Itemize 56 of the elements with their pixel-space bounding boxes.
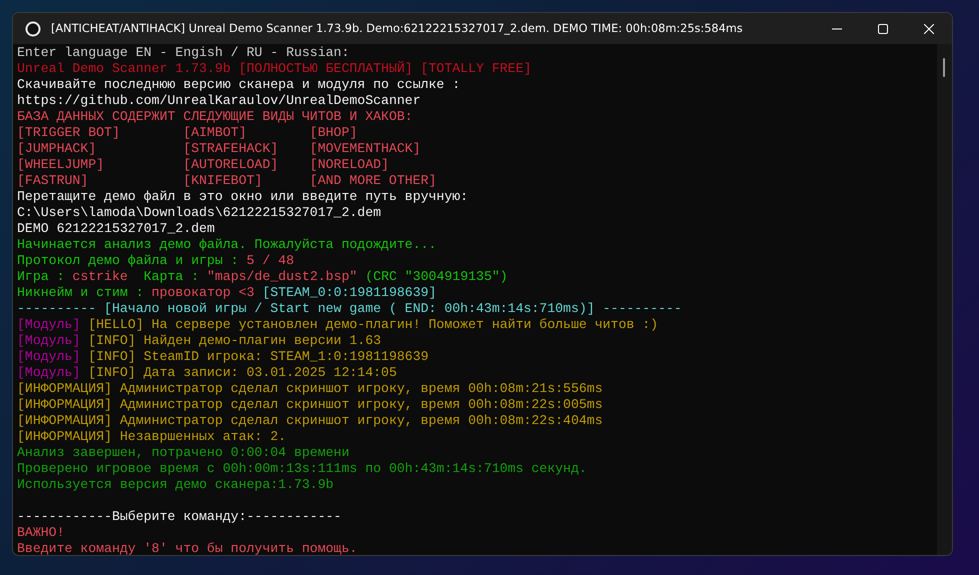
console-text: ------------Выберите команду:------------ bbox=[17, 509, 342, 525]
console-text: Карта : bbox=[142, 269, 200, 285]
console-text: https://github.com/UnrealKaraulov/UnrealDemoScanner bbox=[17, 93, 421, 109]
maximize-icon bbox=[878, 24, 888, 34]
console-text: Используется версия демо сканера:1.73.9b bbox=[17, 477, 334, 493]
console-text: [Модуль] bbox=[17, 317, 80, 333]
console-text: [Модуль] bbox=[17, 349, 80, 365]
console-text: [INFO] SteamID игрока: STEAM_1:0:1981198639 bbox=[87, 349, 429, 365]
console-text: "maps/de_dust2.bsp" bbox=[206, 269, 358, 285]
console-text: провокатор <3 bbox=[152, 285, 254, 301]
console-text: БАЗА ДАННЫХ СОДЕРЖИТ СЛЕДУЮЩИЕ ВИДЫ ЧИТОВ И ХАКОВ: bbox=[17, 109, 413, 125]
scrollbar-thumb[interactable] bbox=[943, 58, 945, 77]
console-text: [ИНФОРМАЦИЯ] Незавршенных атак: 2. bbox=[17, 429, 286, 445]
console-text: 5 / 48 bbox=[246, 253, 294, 269]
console-text: [AUTORELOAD] bbox=[183, 157, 278, 172]
console-text: Игра : bbox=[17, 269, 66, 285]
console-text: Протокол демо файла и игры : bbox=[17, 253, 240, 269]
console-text: Проверено игровое время с 00h:00m:13s:111ms по 00h:43m:14s:710ms секунд. bbox=[17, 461, 587, 477]
console-text: ВАЖНО! bbox=[17, 525, 64, 541]
console-text: [AIMBOT] bbox=[183, 125, 246, 140]
console-text: [HELLO] На сервере установлен демо-плагин! Поможет найти больше читов :) bbox=[87, 317, 658, 333]
console-text: [ИНФОРМАЦИЯ] Администратор сделал скриншот игроку, время 00h:08m:21s:556ms bbox=[17, 381, 603, 397]
window-title: [ANTICHEAT/ANTIHACK] Unreal Demo Scanner 1.73.9b. Demo:62122215327017_2.dem. DEMO TIME: 00h:08m:25s:584ms bbox=[51, 22, 744, 35]
console-text: Скачивайте последнюю версию сканера и модуля по ссылке : bbox=[17, 77, 460, 93]
console-text: [KNIFEBOT] bbox=[183, 173, 262, 188]
console-text: [TRIGGER BOT] bbox=[17, 125, 120, 140]
console-text: [MOVEMENTHACK] bbox=[310, 141, 421, 156]
console-text: [FASTRUN] bbox=[17, 173, 88, 188]
console-text: Никнейм и стим : bbox=[17, 285, 145, 301]
console-text: [NORELOAD] bbox=[310, 157, 389, 172]
console-text: [WHEELJUMP] bbox=[17, 157, 104, 172]
console-text: [INFO] Найден демо-плагин версии 1.63 bbox=[87, 333, 382, 349]
console-text: [ИНФОРМАЦИЯ] Администратор сделал скриншот игроку, время 00h:08m:22s:404ms bbox=[17, 413, 603, 429]
console-text: (CRC "3004919135") bbox=[364, 269, 508, 285]
app-icon bbox=[25, 20, 41, 36]
console-text: Введите команду '8' что бы получить помощь. bbox=[17, 541, 358, 555]
console-text: Анализ завершен, потрачено 0:00:04 времени bbox=[17, 445, 350, 461]
console-text: ---------- [Начало новой игры / Start new game ( END: 00h:43m:14s:710ms)] ---------- bbox=[17, 301, 682, 317]
close-icon bbox=[924, 24, 934, 34]
console-text: [AND MORE OTHER] bbox=[310, 173, 436, 188]
console-text: [ИНФОРМАЦИЯ] Администратор сделал скриншот игроку, время 00h:08m:22s:005ms bbox=[17, 397, 603, 413]
console-text: Enter language EN - Engish / RU - Russian: bbox=[17, 45, 350, 61]
console-text: cstrike bbox=[72, 269, 128, 285]
scrollbar[interactable] bbox=[937, 44, 952, 555]
console-text: [JUMPHACK] bbox=[17, 141, 96, 156]
console-text: DEMO 62122215327017_2.dem bbox=[17, 221, 215, 237]
console-text: Начинается анализ демо файла. Пожалуйста подождите... bbox=[17, 237, 436, 253]
console-text: Unreal Demo Scanner 1.73.9b [ПОЛНОСТЬЮ БЕСПЛАТНЫЙ] [TOTALLY FREE] bbox=[17, 61, 532, 77]
console-text: [Модуль] bbox=[17, 365, 80, 381]
console-text: [INFO] Дата записи: 03.01.2025 12:14:05 bbox=[87, 365, 397, 381]
console-text: [BHOP] bbox=[310, 125, 358, 140]
console-text: C:\Users\lamoda\Downloads\62122215327017_2.dem bbox=[17, 205, 382, 221]
console-text: [STRAFEHACK] bbox=[183, 141, 278, 156]
console-text: [STEAM_0:0:1981198639] bbox=[261, 285, 436, 301]
console-text: [Модуль] bbox=[17, 333, 80, 349]
console-text: Перетащите демо файл в это окно или введите путь вручную: bbox=[17, 189, 468, 205]
